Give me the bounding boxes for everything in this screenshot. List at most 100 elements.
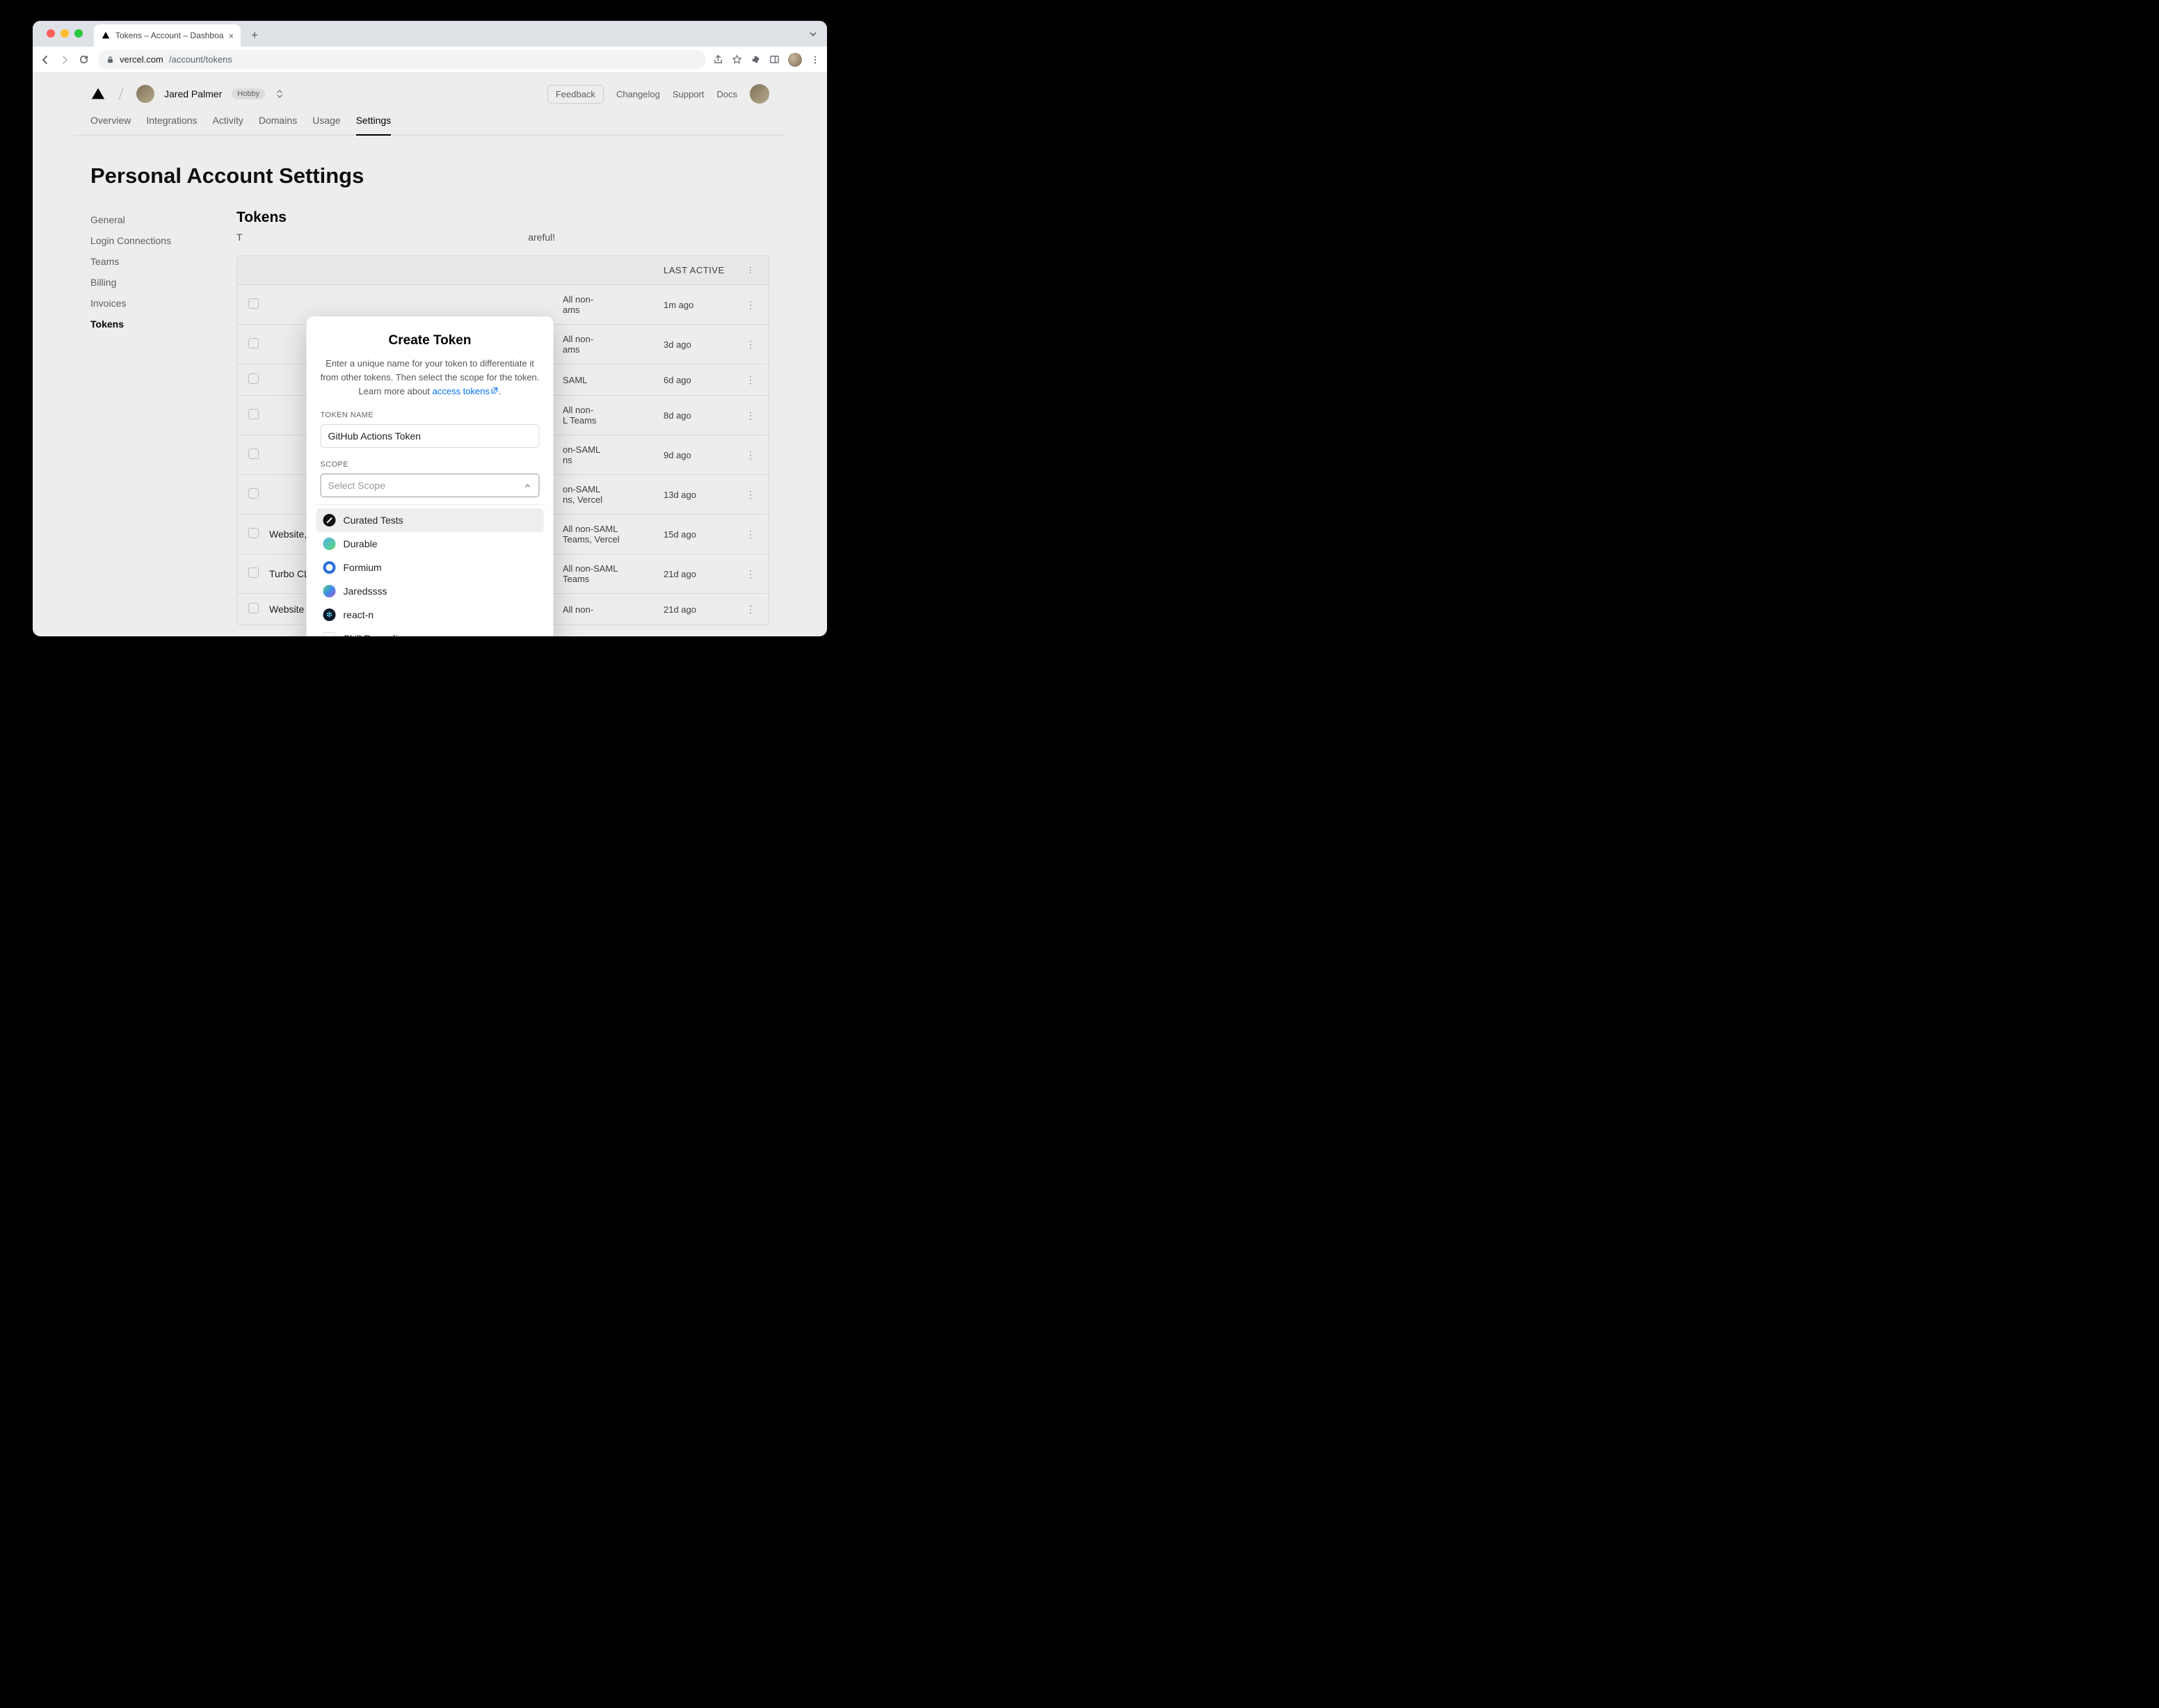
row-menu-icon[interactable]: ⋮ [744,449,757,461]
external-link-icon [491,387,499,394]
tab-overview[interactable]: Overview [90,115,131,135]
row-checkbox[interactable] [248,338,259,348]
scope-option-label: Skill Recordings [344,633,413,636]
scope-dropdown: Curated Tests DurableFormiumJaredssss reac… [312,504,548,636]
row-checkbox[interactable] [248,373,259,384]
token-scope-cell: All non-ams [563,294,664,315]
account-tabs: Overview Integrations Activity Domains U… [74,109,786,136]
extensions-icon[interactable] [751,54,761,65]
access-tokens-link[interactable]: access tokens [433,386,499,396]
token-active-cell: 9d ago [664,450,744,460]
row-checkbox[interactable] [248,449,259,459]
formium-icon [323,561,336,574]
table-header-menu-icon[interactable]: ⋮ [744,266,757,275]
row-checkbox[interactable] [248,409,259,419]
user-name[interactable]: Jared Palmer [164,88,222,99]
scope-option[interactable]: react-n [316,603,544,627]
header-avatar[interactable] [750,84,769,104]
token-active-cell: 6d ago [664,375,744,385]
scope-option[interactable]: Formium [316,556,544,579]
url-input[interactable]: vercel.com/account/tokens [98,50,706,70]
sidepanel-icon[interactable] [769,54,780,65]
window-controls [40,21,90,38]
user-avatar[interactable] [136,85,154,103]
token-active-cell: 1m ago [664,300,744,310]
back-button[interactable] [40,54,52,65]
token-scope-cell: All non-SAMLTeams, Vercel [563,524,664,545]
page-title: Personal Account Settings [90,163,769,188]
row-checkbox[interactable] [248,603,259,613]
row-menu-icon[interactable]: ⋮ [744,374,757,386]
scope-option-label: Curated Tests [344,515,403,526]
row-menu-icon[interactable]: ⋮ [744,299,757,311]
tab-settings[interactable]: Settings [356,115,392,136]
section-title: Tokens [236,209,769,226]
token-active-cell: 3d ago [664,339,744,350]
curated-icon [323,514,336,526]
jared-icon [323,585,336,597]
scope-select[interactable]: Select Scope [321,474,540,497]
chevron-up-icon [524,481,532,490]
vercel-logo[interactable] [90,86,106,102]
minimize-window-button[interactable] [61,29,69,38]
sidebar-item-invoices[interactable]: Invoices [90,293,209,314]
scope-option[interactable]: Durable [316,532,544,556]
new-tab-button[interactable]: + [245,26,264,45]
token-active-cell: 15d ago [664,529,744,540]
row-menu-icon[interactable]: ⋮ [744,529,757,540]
feedback-button[interactable]: Feedback [547,85,604,104]
scope-option[interactable]: sSkill Recordings [316,627,544,636]
settings-sidebar: General Login Connections Teams Billing … [90,209,209,625]
profile-avatar-icon[interactable] [788,53,802,67]
close-window-button[interactable] [47,29,55,38]
row-checkbox[interactable] [248,567,259,578]
tabs-overflow-icon[interactable] [809,30,817,38]
token-name-input[interactable] [321,424,540,448]
nav-changelog[interactable]: Changelog [616,89,660,99]
tab-domains[interactable]: Domains [259,115,297,135]
token-scope-cell: All non-ams [563,334,664,355]
react-icon [323,609,336,621]
scope-switcher-icon[interactable] [275,88,284,99]
browser-tab[interactable]: Tokens – Account – Dashboa × [94,24,241,47]
scope-option[interactable]: Jaredssss [316,579,544,603]
token-active-cell: 21d ago [664,604,744,615]
plan-badge: Hobby [232,88,265,99]
row-checkbox[interactable] [248,488,259,499]
bookmark-icon[interactable] [732,54,742,65]
row-menu-icon[interactable]: ⋮ [744,568,757,580]
row-menu-icon[interactable]: ⋮ [744,339,757,351]
row-menu-icon[interactable]: ⋮ [744,489,757,501]
tab-favicon [101,31,111,40]
sidebar-item-general[interactable]: General [90,209,209,230]
row-checkbox[interactable] [248,298,259,309]
nav-support[interactable]: Support [673,89,705,99]
modal-title: Create Token [321,333,540,348]
modal-description: Enter a unique name for your token to di… [321,357,540,398]
close-tab-icon[interactable]: × [228,31,234,41]
row-menu-icon[interactable]: ⋮ [744,604,757,615]
maximize-window-button[interactable] [74,29,83,38]
tab-usage[interactable]: Usage [312,115,340,135]
sidebar-item-tokens[interactable]: Tokens [90,314,209,335]
page-viewport: Jared Palmer Hobby Feedback Changelog Su… [33,73,827,636]
tab-integrations[interactable]: Integrations [146,115,197,135]
tab-strip: Tokens – Account – Dashboa × + [33,21,827,47]
row-checkbox[interactable] [248,528,259,538]
forward-button[interactable] [59,54,72,65]
nav-docs[interactable]: Docs [716,89,737,99]
token-scope-cell: All non-SAMLTeams [563,563,664,584]
token-name-label: TOKEN NAME [321,411,540,419]
row-menu-icon[interactable]: ⋮ [744,410,757,421]
token-scope-cell: on-SAMLns, Vercel [563,484,664,505]
sidebar-item-billing[interactable]: Billing [90,272,209,293]
tab-activity[interactable]: Activity [213,115,243,135]
menu-icon[interactable] [810,55,820,65]
share-icon[interactable] [713,54,723,65]
scope-label: SCOPE [321,460,540,469]
reload-button[interactable] [79,54,91,65]
scope-option[interactable]: Curated Tests [316,508,544,532]
sidebar-item-login-connections[interactable]: Login Connections [90,230,209,251]
scope-option-label: react-n [344,609,374,620]
sidebar-item-teams[interactable]: Teams [90,251,209,272]
